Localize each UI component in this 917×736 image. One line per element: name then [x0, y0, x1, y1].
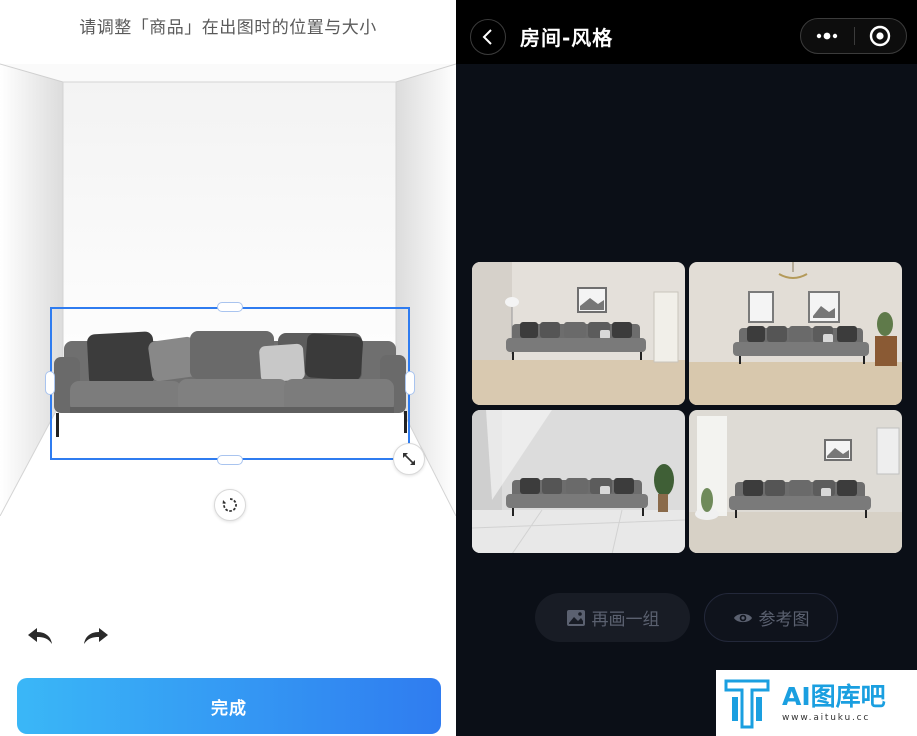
undo-arrow-icon [28, 628, 52, 644]
top-bar: 房间-风格 [456, 0, 917, 64]
result-grid [472, 262, 902, 554]
regenerate-button[interactable]: 再画一组 [535, 593, 690, 642]
more-button[interactable] [801, 19, 854, 53]
reference-label: 参考图 [758, 610, 810, 630]
chevron-left-icon [482, 29, 492, 45]
result-image-4[interactable] [689, 410, 902, 553]
rotate-button[interactable] [214, 489, 246, 521]
image-refresh-icon [566, 609, 585, 626]
watermark-url: www.aituku.cc [782, 713, 871, 723]
resize-handle-right[interactable] [405, 371, 415, 395]
redo-button[interactable] [82, 624, 110, 648]
close-button[interactable] [855, 19, 906, 53]
resize-handle-left[interactable] [45, 371, 55, 395]
rotate-icon [222, 498, 237, 512]
page-title: 房间-风格 [520, 26, 614, 50]
mini-program-capsule [800, 18, 907, 54]
resize-handle-bottom[interactable] [217, 455, 243, 465]
instruction-text: 请调整「商品」在出图时的位置与大小 [79, 18, 377, 38]
resize-button[interactable] [393, 443, 425, 475]
result-image-3[interactable] [472, 410, 685, 553]
watermark: AI图库吧 www.aituku.cc [716, 670, 917, 736]
result-image-2[interactable] [689, 262, 902, 405]
reference-button[interactable]: 参考图 [704, 593, 838, 642]
action-bar: 再画一组 参考图 [535, 593, 838, 642]
screen: 请调整「商品」在出图时的位置与大小 完成 房间-风格 再画一组 参考图 AI图库… [0, 0, 917, 736]
resize-handle-top[interactable] [217, 302, 243, 312]
regenerate-label: 再画一组 [591, 610, 660, 630]
target-circle-icon [870, 25, 891, 47]
watermark-logo-icon [724, 679, 770, 729]
result-image-1[interactable] [472, 262, 685, 405]
back-button[interactable] [470, 19, 506, 55]
preview-panel: 房间-风格 再画一组 参考图 [456, 0, 917, 736]
undo-button[interactable] [26, 624, 54, 648]
more-dots-icon [817, 32, 838, 40]
selection-box[interactable] [50, 307, 410, 460]
resize-diagonal-icon [403, 453, 415, 465]
watermark-brand: AI图库吧 [782, 682, 886, 711]
redo-arrow-icon [84, 628, 108, 644]
done-button[interactable]: 完成 [17, 678, 441, 734]
history-controls [26, 624, 110, 648]
editor-panel: 请调整「商品」在出图时的位置与大小 完成 [0, 0, 456, 736]
eye-icon [733, 613, 752, 622]
